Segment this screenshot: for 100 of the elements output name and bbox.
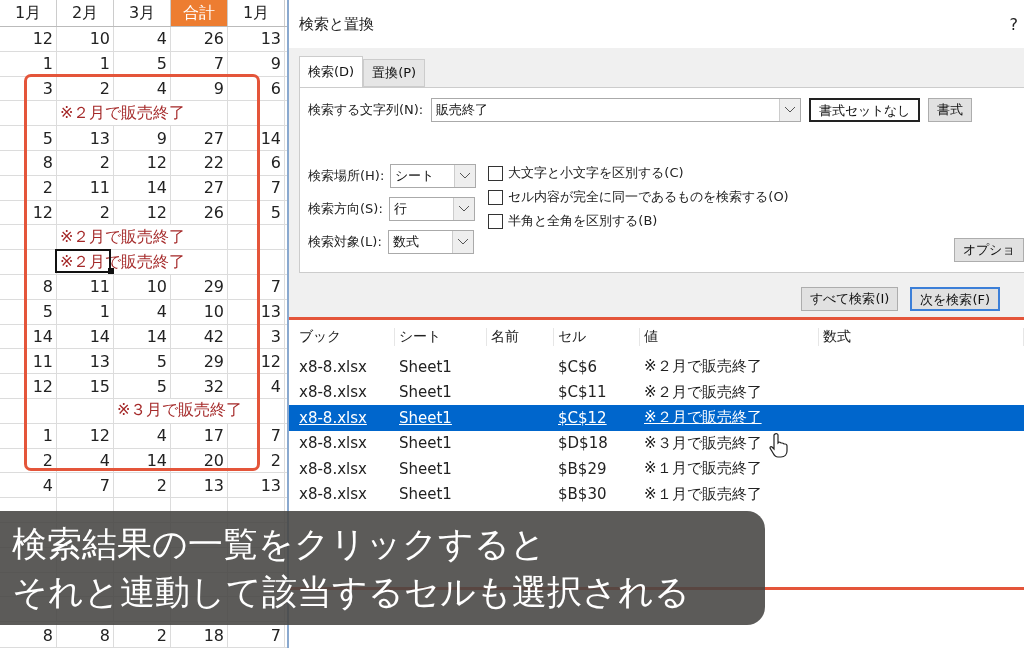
sheet-cell: 7 bbox=[228, 175, 285, 200]
sheet-cell: 1 bbox=[0, 423, 57, 448]
column-header[interactable]: シート bbox=[395, 328, 487, 346]
sheet-cell: 14 bbox=[114, 324, 171, 349]
column-header[interactable]: 名前 bbox=[487, 328, 554, 346]
sheet-cell: 14 bbox=[0, 324, 57, 349]
field-label: 検索対象(L): bbox=[308, 233, 382, 251]
sheet-cell: 7 bbox=[57, 473, 114, 498]
sheet-cell: 1 bbox=[57, 51, 114, 76]
help-button[interactable]: ? bbox=[1009, 14, 1018, 34]
note-text: ※３月で販売終了 bbox=[115, 398, 243, 423]
sheet-cell: 13 bbox=[228, 299, 285, 324]
sheet-cell: 14 bbox=[228, 126, 285, 150]
sheet-cell: 12 bbox=[114, 151, 171, 175]
sheet-cell: 4 bbox=[0, 473, 57, 498]
checkbox-label: セル内容が完全に同一であるものを検索する(O) bbox=[508, 188, 789, 206]
sheet-cell: 5 bbox=[228, 200, 285, 225]
dropdown[interactable]: シート bbox=[390, 164, 477, 188]
sheet-cell: 7 bbox=[228, 274, 285, 299]
sheet-cell: 11 bbox=[0, 349, 57, 374]
sheet-cell: 4 bbox=[57, 448, 114, 473]
sheet-cell: 2 bbox=[57, 76, 114, 101]
sheet-cell: 8 bbox=[0, 274, 57, 299]
column-header[interactable]: セル bbox=[554, 328, 640, 346]
sheet-cell: 11 bbox=[57, 175, 114, 200]
sheet-cell: 13 bbox=[228, 473, 285, 498]
sheet-cell: 5 bbox=[0, 126, 57, 150]
options-button[interactable]: オプショ bbox=[954, 238, 1024, 262]
search-button[interactable]: 次を検索(F) bbox=[910, 287, 1000, 311]
sheet-cell: 5 bbox=[114, 349, 171, 374]
sheet-cell: 4 bbox=[114, 299, 171, 324]
sheet-cell: 29 bbox=[171, 349, 228, 374]
sheet-cell: 2 bbox=[57, 151, 114, 175]
sheet-cell: 4 bbox=[114, 27, 171, 51]
sheet-cell: 3 bbox=[0, 76, 57, 101]
column-header[interactable]: 値 bbox=[640, 328, 819, 346]
sheet-cell: 2 bbox=[0, 175, 57, 200]
checkbox[interactable] bbox=[488, 213, 504, 229]
sheet-cell: 12 bbox=[57, 423, 114, 448]
column-header[interactable]: 数式 bbox=[819, 328, 1024, 346]
sheet-cell: 32 bbox=[171, 374, 228, 398]
sheet-cell: 5 bbox=[0, 299, 57, 324]
tab[interactable]: 置換(P) bbox=[363, 59, 426, 87]
sheet-cell: 7 bbox=[228, 423, 285, 448]
sheet-cell: 14 bbox=[57, 324, 114, 349]
sheet-cell: 7 bbox=[171, 51, 228, 76]
sheet-cell: 6 bbox=[228, 76, 285, 101]
checkbox-label: 大文字と小文字を区別する(C) bbox=[508, 164, 684, 182]
checkbox[interactable] bbox=[488, 189, 504, 205]
sheet-cell: 5 bbox=[114, 374, 171, 398]
field-label: 検索方向(S): bbox=[308, 200, 383, 218]
sheet-cell: 4 bbox=[114, 76, 171, 101]
sheet-cell: 12 bbox=[0, 374, 57, 398]
format-button[interactable]: 書式 bbox=[928, 98, 973, 122]
checkbox-label: 半角と全角を区別する(B) bbox=[508, 212, 658, 230]
chevron-down-icon bbox=[457, 239, 468, 245]
tab[interactable]: 検索(D) bbox=[299, 56, 364, 87]
sheet-cell: 13 bbox=[228, 27, 285, 51]
chevron-down-icon bbox=[460, 173, 471, 179]
sheet-cell: 22 bbox=[171, 151, 228, 175]
sheet-cell: 3 bbox=[228, 324, 285, 349]
sheet-cell: 13 bbox=[171, 473, 228, 498]
dropdown[interactable]: 行 bbox=[388, 197, 475, 221]
sheet-cell: 14 bbox=[114, 175, 171, 200]
sheet-cell: 13 bbox=[57, 349, 114, 374]
sheet-cell: 2 bbox=[114, 473, 171, 498]
sheet-cell: 15 bbox=[57, 374, 114, 398]
field-label: 検索する文字列(N): bbox=[308, 101, 424, 119]
caption-text: 検索結果の一覧をクリックすると bbox=[12, 523, 547, 566]
checkbox[interactable] bbox=[488, 165, 504, 181]
dropdown[interactable]: 数式 bbox=[387, 230, 474, 254]
field-label: 検索場所(H): bbox=[308, 167, 385, 185]
sheet-cell: 29 bbox=[171, 274, 228, 299]
sheet-cell: 27 bbox=[171, 175, 228, 200]
sheet-cell: 10 bbox=[57, 27, 114, 51]
sheet-cell: 27 bbox=[171, 126, 228, 150]
hand-pointer-icon bbox=[769, 432, 789, 458]
sheet-cell: 26 bbox=[171, 200, 228, 225]
sheet-cell: 8 bbox=[0, 151, 57, 175]
sheet-cell: 1 bbox=[0, 51, 57, 76]
column-header[interactable]: ブック bbox=[295, 328, 395, 346]
search-button[interactable]: すべて検索(I) bbox=[801, 287, 899, 311]
sheet-cell: 2 bbox=[228, 448, 285, 473]
sheet-cell: 17 bbox=[171, 423, 228, 448]
sheet-cell: 2 bbox=[0, 448, 57, 473]
sheet-cell: 42 bbox=[171, 324, 228, 349]
sheet-cell: 20 bbox=[171, 448, 228, 473]
search-field[interactable]: 販売終了 bbox=[431, 98, 802, 122]
sheet-cell: 13 bbox=[57, 126, 114, 150]
caption-text: それと連動して該当するセルも選択される bbox=[12, 571, 691, 614]
sheet-cell: 26 bbox=[171, 27, 228, 51]
chevron-down-icon bbox=[785, 107, 796, 113]
sheet-cell: 9 bbox=[114, 126, 171, 150]
sheet-cell: 5 bbox=[114, 51, 171, 76]
sheet-cell: 10 bbox=[171, 299, 228, 324]
sheet-cell: 14 bbox=[114, 448, 171, 473]
window-title: 検索と置換 bbox=[299, 14, 374, 34]
format-button[interactable]: 書式セットなし bbox=[809, 98, 921, 122]
result-row[interactable]: x8-8.xlsx Sheet1 $C$12 ※２月で販売終了 bbox=[289, 405, 1024, 431]
sheet-cell: 12 bbox=[0, 27, 57, 51]
